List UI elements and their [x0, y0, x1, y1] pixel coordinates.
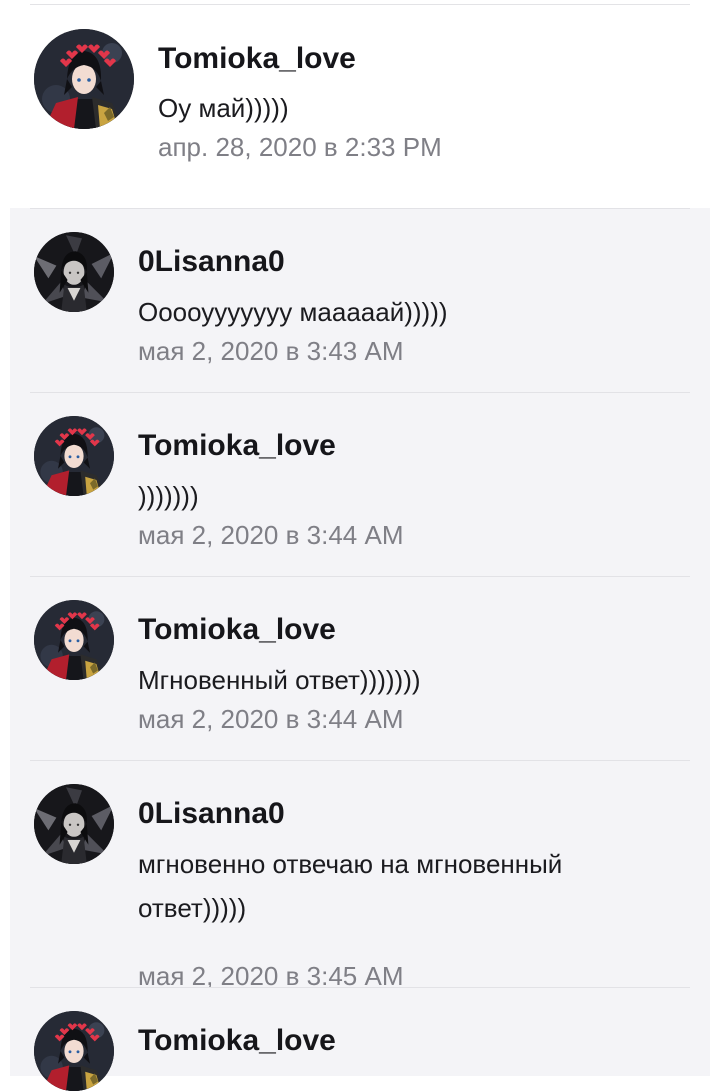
tomioka-avatar[interactable] — [34, 600, 114, 680]
lisanna-avatar[interactable] — [34, 784, 114, 864]
reply-comment[interactable]: Tomioka_love Мгновенный ответ))))))) мая… — [10, 576, 710, 760]
comment-username[interactable]: 0Lisanna0 — [138, 245, 285, 279]
reply-comment[interactable]: Tomioka_love ))))))) мая 2, 2020 в 3:44 … — [10, 392, 710, 576]
comment-text: Оу май))))) — [158, 93, 289, 123]
comment-text: Ооооууууууу мааааай))))) — [138, 297, 448, 327]
comment-text: мгновенно отвечаю на мгновенный ответ)))… — [138, 849, 563, 923]
tomioka-avatar[interactable] — [34, 1011, 114, 1091]
lisanna-avatar[interactable] — [34, 232, 114, 312]
comment-timestamp: мая 2, 2020 в 3:43 AM — [138, 336, 404, 366]
reply-comment[interactable]: Tomioka_love — [10, 987, 710, 1091]
tomioka-avatar[interactable] — [34, 416, 114, 496]
comment-timestamp: мая 2, 2020 в 3:44 AM — [138, 520, 404, 550]
comment-username[interactable]: Tomioka_love — [138, 1024, 336, 1058]
comment-username[interactable]: Tomioka_love — [138, 429, 336, 463]
comment[interactable]: Tomioka_love Оу май))))) апр. 28, 2020 в… — [10, 6, 710, 208]
divider — [30, 208, 690, 209]
comment-timestamp: апр. 28, 2020 в 2:33 PM — [158, 132, 442, 162]
top-divider — [30, 4, 690, 5]
tomioka-avatar[interactable] — [34, 29, 134, 129]
divider — [30, 576, 690, 577]
comment-username[interactable]: 0Lisanna0 — [138, 797, 285, 831]
comment-timestamp: мая 2, 2020 в 3:44 AM — [138, 704, 404, 734]
comment-username[interactable]: Tomioka_love — [138, 613, 336, 647]
comment-username[interactable]: Tomioka_love — [158, 42, 356, 76]
reply-comment[interactable]: 0Lisanna0 мгновенно отвечаю на мгновенны… — [10, 760, 710, 991]
comment-text: ))))))) — [138, 481, 199, 511]
divider — [30, 760, 690, 761]
comment-text: Мгновенный ответ))))))) — [138, 665, 421, 695]
divider — [30, 392, 690, 393]
divider — [30, 987, 690, 988]
reply-comment[interactable]: 0Lisanna0 Ооооууууууу мааааай))))) мая 2… — [10, 208, 710, 392]
